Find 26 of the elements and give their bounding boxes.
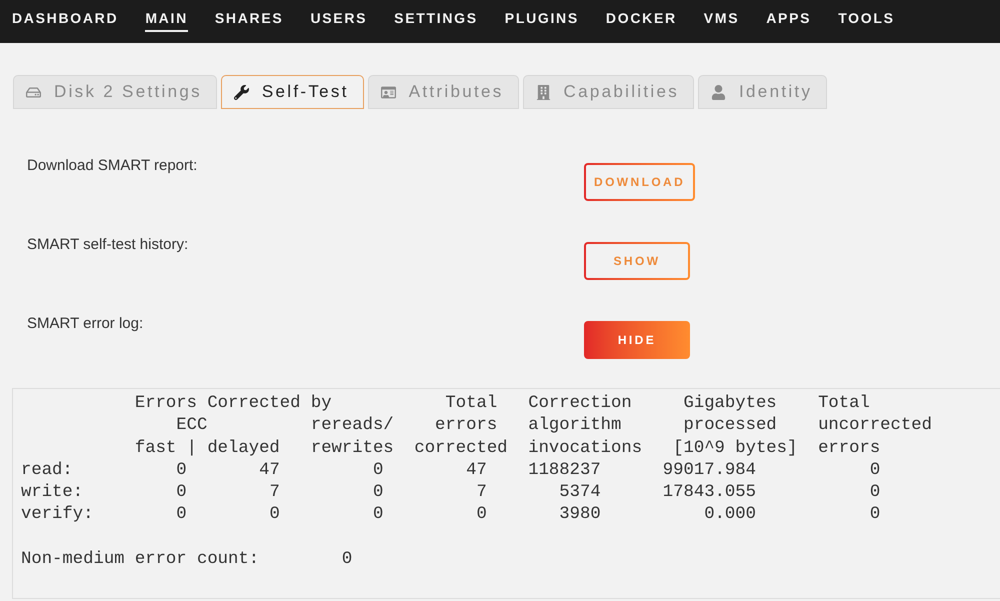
- log-row: verify: 0 0 0 0 3980 0.000 0: [21, 505, 880, 524]
- id-card-icon: [380, 84, 396, 100]
- setting-label: SMART error log:: [27, 315, 144, 333]
- log-row: read: 0 47 0 47 1188237 99017.984 0: [21, 460, 880, 480]
- log-header-line: Errors Corrected by Total Correction Gigabytes Total: [134, 394, 870, 413]
- log-footer-line: Non-medium error count: 0: [21, 550, 352, 570]
- log-header-line: ECC rereads/ errors algorithm processed uncorrected: [176, 416, 932, 436]
- nav-link[interactable]: TOOLS: [838, 10, 895, 32]
- nav-link[interactable]: PLUGINS: [504, 10, 579, 32]
- nav-link[interactable]: SETTINGS: [394, 10, 478, 32]
- nav-link[interactable]: APPS: [766, 10, 812, 32]
- log-row: write: 0 7 0 7 5374 17843.055 0: [21, 483, 880, 502]
- hard-drive-icon: [26, 84, 41, 100]
- nav-link[interactable]: USERS: [310, 10, 368, 32]
- wrench-icon: [234, 84, 249, 100]
- log-header-line: fast | delayed rewrites corrected invocations [10^9 bytes] errors: [134, 438, 880, 458]
- nav-link[interactable]: SHARES: [214, 10, 284, 32]
- user-icon: [711, 84, 726, 100]
- building-icon: [536, 84, 551, 100]
- nav-link[interactable]: VMS: [704, 10, 740, 32]
- nav-link[interactable]: DASHBOARD: [12, 10, 118, 32]
- setting-label: SMART self-test history:: [27, 236, 190, 254]
- nav-link[interactable]: DOCKER: [606, 10, 677, 32]
- setting-label: Download SMART report:: [27, 157, 198, 175]
- tab[interactable]: Self-Test: [220, 75, 364, 109]
- nav-link[interactable]: MAIN: [145, 10, 188, 32]
